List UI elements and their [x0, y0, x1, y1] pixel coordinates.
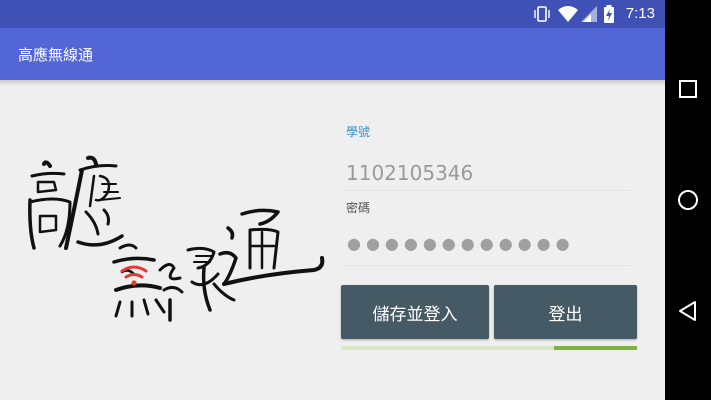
vibrate-icon — [533, 5, 551, 27]
student-id-input[interactable] — [341, 155, 631, 191]
wifi-icon — [558, 5, 578, 27]
recents-icon[interactable] — [676, 77, 700, 101]
password-mask: ●●●●●●●●●●●● — [347, 234, 575, 253]
logout-button[interactable]: 登出 — [494, 285, 637, 339]
app-bar-shadow — [0, 80, 665, 86]
progress-fill — [554, 346, 637, 350]
student-id-label: 學號 — [346, 125, 371, 139]
progress-bar — [341, 346, 637, 350]
status-time: 7:13 — [625, 5, 655, 22]
app-title: 高應無線通 — [18, 46, 94, 64]
app-screen: 7:13 高應無線通 學號 1102105346 密碼 ●●●●●●●●●●●●… — [0, 0, 665, 400]
navigation-bar — [665, 0, 711, 400]
status-bar: 7:13 — [0, 0, 665, 28]
password-input[interactable]: ●●●●●●●●●●●● — [341, 230, 631, 266]
signal-icon — [581, 5, 597, 27]
battery-charging-icon — [603, 5, 615, 27]
app-bar: 高應無線通 — [0, 28, 665, 80]
back-icon[interactable] — [676, 299, 700, 323]
save-and-login-button[interactable]: 儲存並登入 — [341, 285, 489, 339]
password-label: 密碼 — [346, 201, 371, 215]
calligraphy-logo — [28, 155, 325, 322]
home-icon[interactable] — [676, 188, 700, 212]
